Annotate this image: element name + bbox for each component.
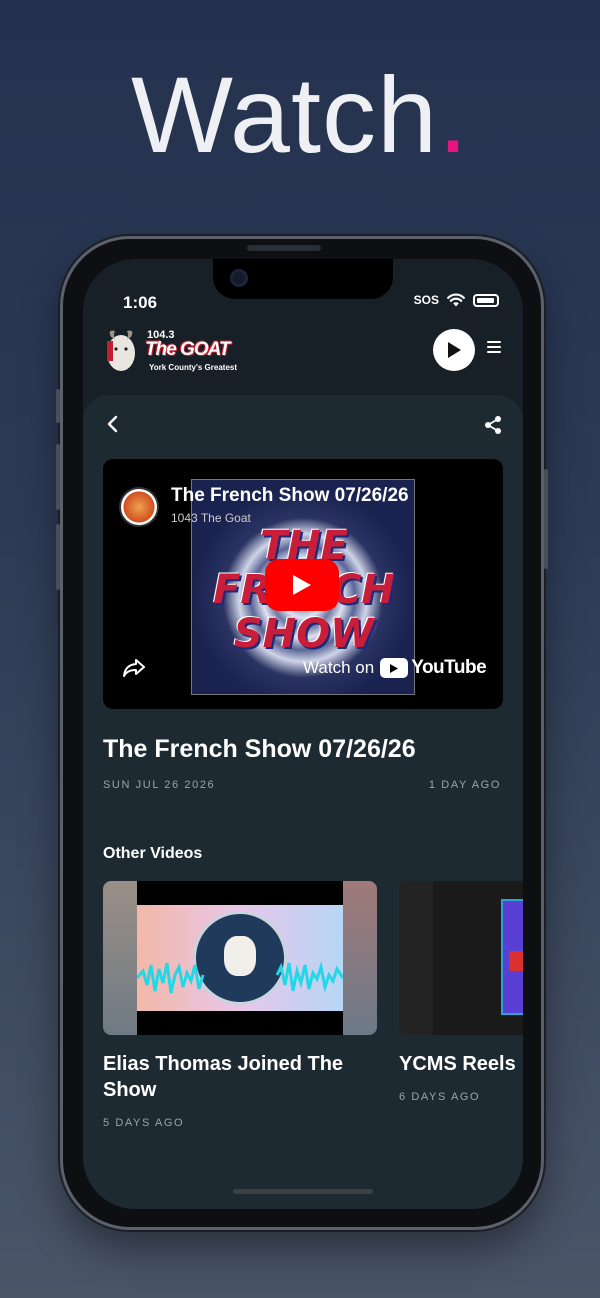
watch-on-label: Watch on — [303, 658, 375, 677]
audio-wave-icon — [137, 961, 343, 994]
share-icon[interactable] — [483, 415, 503, 435]
video-card-thumbnail — [103, 881, 377, 1035]
youtube-wordmark: YouTube — [411, 657, 487, 678]
video-card[interactable]: Elias Thomas Joined The Show 5 DAYS AGO — [103, 881, 377, 1129]
phone-screen: 1:06 SOS 104.3 The GOAT York County's Gr… — [83, 259, 523, 1209]
video-card-age: 5 DAYS AGO — [103, 1117, 185, 1129]
embed-video-title[interactable]: The French Show 07/26/26 — [171, 485, 409, 507]
notch — [213, 259, 393, 299]
live-play-button[interactable] — [433, 329, 475, 371]
logo-name: The GOAT — [145, 339, 231, 360]
mute-switch — [56, 389, 60, 423]
headline-word: Watch — [130, 54, 439, 175]
video-title: The French Show 07/26/26 — [103, 735, 416, 763]
earpiece-speaker — [247, 245, 321, 251]
thumb-blur-left — [103, 881, 137, 1035]
play-icon — [293, 575, 311, 595]
video-age: 1 DAY AGO — [428, 779, 501, 791]
menu-line — [487, 346, 501, 348]
menu-button[interactable] — [487, 341, 501, 355]
thumb-image — [501, 899, 523, 1015]
youtube-play-button[interactable] — [265, 559, 339, 611]
embed-channel-name[interactable]: 1043 The Goat — [171, 511, 251, 525]
thumb-red-block — [509, 951, 523, 971]
status-time: 1:06 — [123, 293, 158, 312]
other-videos-heading: Other Videos — [103, 845, 203, 862]
station-logo[interactable]: 104.3 The GOAT York County's Greatest — [103, 327, 243, 375]
channel-avatar[interactable] — [119, 487, 159, 527]
video-card-thumbnail — [399, 881, 523, 1035]
thumb-image — [137, 905, 343, 1011]
menu-line — [487, 341, 501, 343]
menu-line — [487, 351, 501, 353]
battery-icon — [473, 293, 499, 307]
play-icon — [448, 342, 461, 358]
watch-on-youtube-link[interactable]: Watch on YouTube — [303, 657, 487, 679]
front-camera — [230, 269, 248, 287]
video-detail-panel: THE FRENCH SHOW The French Show 07/26/26… — [83, 395, 523, 1209]
video-card-title: YCMS Reels — [399, 1053, 516, 1075]
app-header: 104.3 The GOAT York County's Greatest — [83, 321, 523, 381]
headline: Watch. — [0, 52, 600, 177]
video-card-title: Elias Thomas Joined The Show — [103, 1053, 344, 1101]
video-card[interactable]: YCMS Reels 6 DAYS AGO — [399, 881, 523, 1103]
youtube-embed[interactable]: THE FRENCH SHOW The French Show 07/26/26… — [103, 459, 503, 709]
volume-up-button — [56, 444, 60, 510]
sos-label: SOS — [413, 293, 439, 307]
wifi-icon — [447, 293, 465, 307]
forward-share-icon[interactable] — [121, 657, 147, 679]
thumb-blur-right — [343, 881, 377, 1035]
headline-dot: . — [438, 54, 470, 175]
power-button — [544, 469, 548, 569]
status-indicators: SOS — [414, 293, 499, 307]
volume-down-button — [56, 524, 60, 590]
home-indicator[interactable] — [233, 1189, 373, 1194]
video-card-age: 6 DAYS AGO — [399, 1091, 481, 1103]
logo-tagline: York County's Greatest — [149, 363, 237, 372]
youtube-icon — [380, 658, 409, 678]
thumb-blur-left — [399, 881, 433, 1035]
back-icon[interactable] — [105, 415, 121, 433]
video-date: SUN JUL 26 2026 — [103, 779, 216, 791]
youtube-logo: YouTube — [380, 657, 487, 679]
phone-frame: 1:06 SOS 104.3 The GOAT York County's Gr… — [56, 236, 548, 1230]
